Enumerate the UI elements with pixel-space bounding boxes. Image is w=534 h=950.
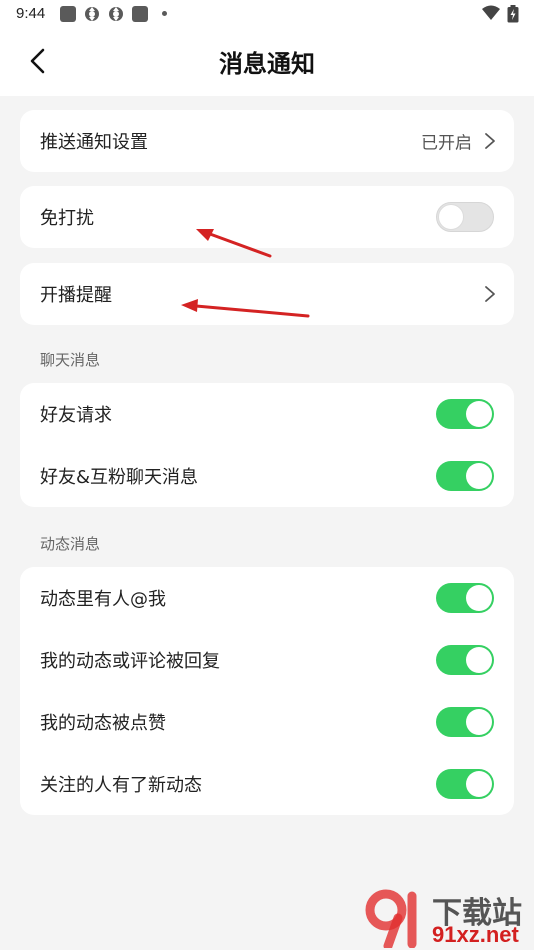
- mention-label: 动态里有人@我: [40, 589, 166, 610]
- toggle-knob: [466, 463, 492, 489]
- sync-icon: [85, 7, 99, 21]
- list-item: 好友&互粉聊天消息: [20, 445, 514, 507]
- push-settings-card[interactable]: 推送通知设置 已开启: [20, 110, 514, 172]
- watermark-logo-icon: [365, 889, 417, 948]
- friend-chat-label: 好友&互粉聊天消息: [40, 467, 199, 488]
- push-settings-status: 已开启: [421, 133, 472, 154]
- following-update-toggle[interactable]: [436, 769, 494, 799]
- chevron-right-icon: [485, 133, 495, 149]
- dnd-label: 免打扰: [40, 208, 94, 229]
- friend-request-label: 好友请求: [40, 405, 112, 426]
- watermark-domain: 91xz.net: [432, 922, 519, 947]
- list-item: 我的动态或评论被回复: [20, 629, 514, 691]
- like-label: 我的动态被点赞: [40, 713, 166, 734]
- header-area: 9:44 消息通知: [0, 0, 534, 96]
- friend-chat-toggle[interactable]: [436, 461, 494, 491]
- push-settings-row[interactable]: 推送通知设置 已开启: [20, 110, 514, 172]
- following-update-label: 关注的人有了新动态: [40, 775, 202, 796]
- list-item: 动态里有人@我: [20, 567, 514, 629]
- dnd-row: 免打扰: [20, 186, 514, 248]
- wifi-icon: [482, 5, 500, 20]
- toggle-knob: [466, 771, 492, 797]
- chat-settings-card: 好友请求 好友&互粉聊天消息: [20, 383, 514, 507]
- app-notification-icon: [132, 6, 148, 22]
- watermark: 下载站 91xz.net: [362, 888, 532, 948]
- list-item: 关注的人有了新动态: [20, 753, 514, 815]
- nav-bar: 消息通知: [0, 30, 534, 92]
- activity-settings-card: 动态里有人@我 我的动态或评论被回复 我的动态被点赞 关注的人有了新动态: [20, 567, 514, 815]
- reply-toggle[interactable]: [436, 645, 494, 675]
- toggle-knob: [466, 647, 492, 673]
- friend-request-toggle[interactable]: [436, 399, 494, 429]
- sync-icon: [109, 7, 123, 21]
- list-item: 好友请求: [20, 383, 514, 445]
- activity-section-title: 动态消息: [40, 535, 101, 553]
- push-settings-label: 推送通知设置: [40, 132, 148, 153]
- more-dot-icon: [162, 11, 167, 16]
- dnd-toggle[interactable]: [436, 202, 494, 232]
- status-time: 9:44: [16, 5, 46, 22]
- toggle-knob: [438, 204, 464, 230]
- toggle-knob: [466, 401, 492, 427]
- mention-toggle[interactable]: [436, 583, 494, 613]
- chevron-right-icon: [485, 286, 495, 302]
- chat-section-title: 聊天消息: [40, 351, 101, 369]
- dnd-card: 免打扰: [20, 186, 514, 248]
- like-toggle[interactable]: [436, 707, 494, 737]
- toggle-knob: [466, 585, 492, 611]
- live-reminder-card[interactable]: 开播提醒: [20, 263, 514, 325]
- app-notification-icon: [60, 6, 76, 22]
- toggle-knob: [466, 709, 492, 735]
- live-reminder-row[interactable]: 开播提醒: [20, 263, 514, 325]
- list-item: 我的动态被点赞: [20, 691, 514, 753]
- battery-icon: [507, 5, 519, 23]
- page-title: 消息通知: [219, 50, 315, 78]
- reply-label: 我的动态或评论被回复: [40, 651, 220, 672]
- live-reminder-label: 开播提醒: [40, 285, 112, 306]
- status-bar: 9:44: [0, 0, 534, 28]
